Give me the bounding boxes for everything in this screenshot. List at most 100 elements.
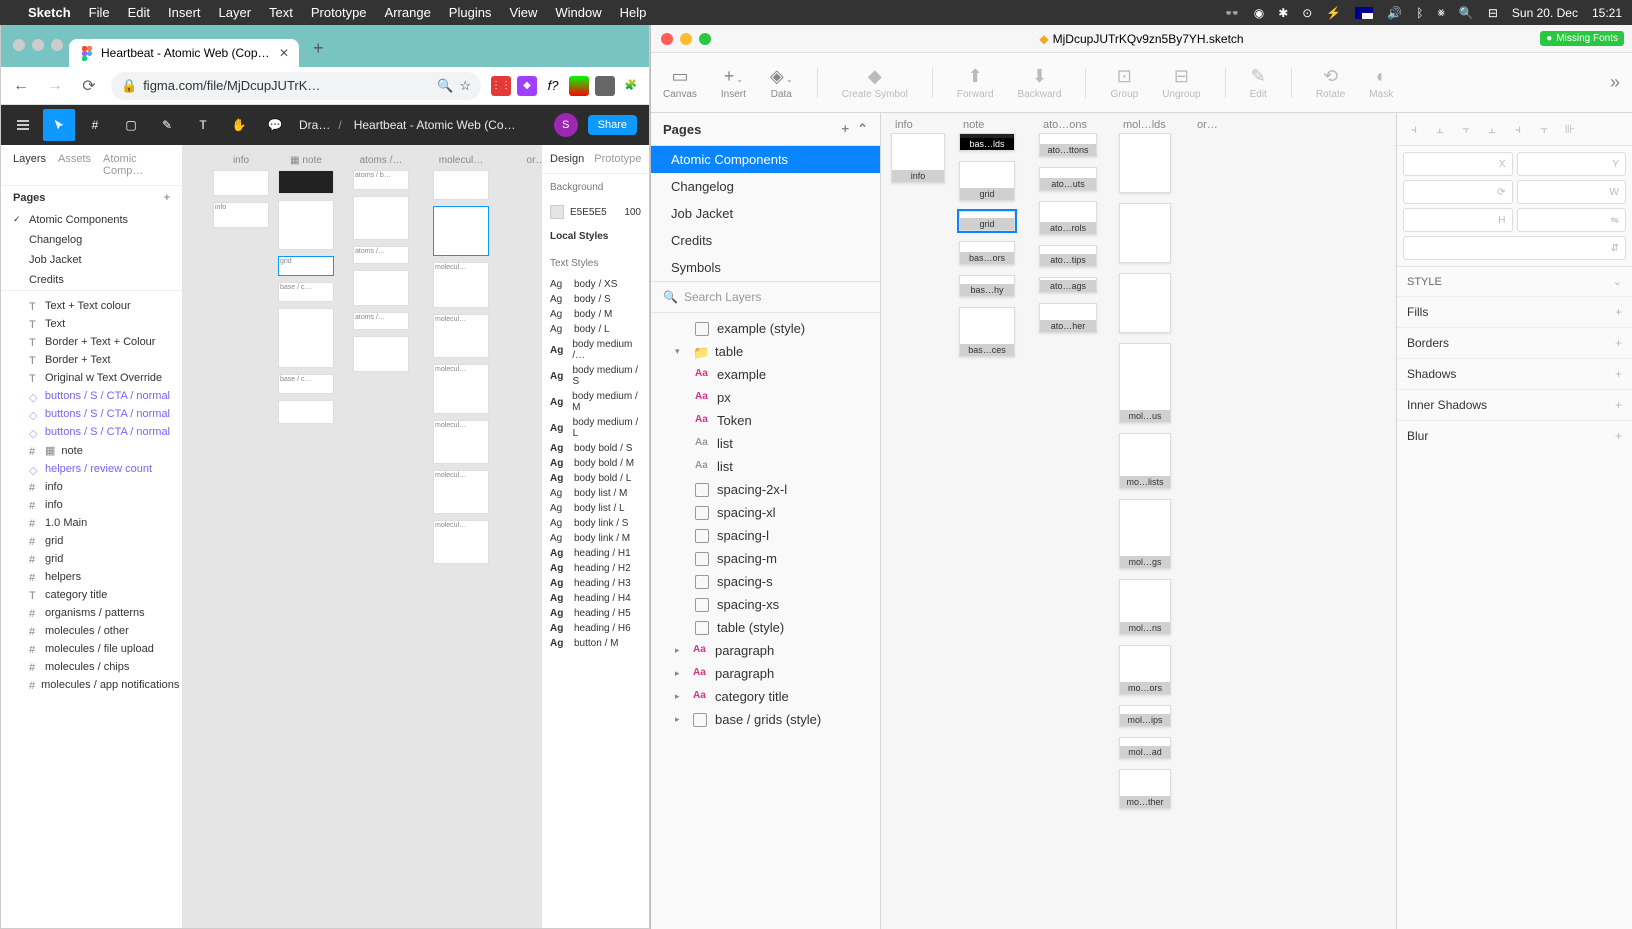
- battery-icon[interactable]: ⚡: [1326, 6, 1341, 20]
- sketch-layer-item[interactable]: Token: [651, 409, 880, 432]
- figma-crumb-drafts[interactable]: Dra…: [299, 118, 330, 132]
- sketch-page-item[interactable]: Changelog: [651, 173, 880, 200]
- layers-tab[interactable]: Layers: [13, 153, 46, 177]
- spotlight-icon[interactable]: 🔍: [1459, 6, 1474, 20]
- sketch-layer-item[interactable]: spacing-xs: [651, 593, 880, 616]
- browser-traffic-lights[interactable]: [13, 39, 63, 51]
- flag-icon[interactable]: [1355, 7, 1373, 19]
- menu-arrange[interactable]: Arrange: [385, 5, 431, 20]
- sketch-page-item[interactable]: Job Jacket: [651, 200, 880, 227]
- text-style-item[interactable]: Agbody bold / M: [542, 456, 649, 471]
- menu-help[interactable]: Help: [620, 5, 647, 20]
- text-tool[interactable]: T: [187, 109, 219, 141]
- shape-tool[interactable]: ▢: [115, 109, 147, 141]
- figma-user-avatar[interactable]: S: [554, 113, 578, 137]
- flip-h-icon[interactable]: ⇋: [1517, 208, 1627, 232]
- text-style-item[interactable]: Agheading / H6: [542, 621, 649, 636]
- extension-5-icon[interactable]: [595, 76, 615, 96]
- add-page-button[interactable]: +: [164, 192, 170, 204]
- text-style-item[interactable]: Agbody link / M: [542, 531, 649, 546]
- add-page-icon[interactable]: +: [842, 121, 850, 137]
- sketch-canvas[interactable]: infoinfonotebas…ldsgridgridbas…orsbas…hy…: [881, 113, 1396, 929]
- sketch-page-item[interactable]: Credits: [651, 227, 880, 254]
- sketch-layer-item[interactable]: ▸base / grids (style): [651, 708, 880, 731]
- browser-tab[interactable]: Heartbeat - Atomic Web (Cop… ✕: [69, 39, 299, 67]
- asterisk-icon[interactable]: ✱: [1278, 6, 1288, 20]
- rotation-input[interactable]: ⟳: [1403, 180, 1513, 204]
- page-selector[interactable]: Atomic Comp…: [103, 153, 170, 177]
- sketch-layer-item[interactable]: list: [651, 432, 880, 455]
- missing-fonts-badge[interactable]: Missing Fonts: [1540, 31, 1624, 46]
- assets-tab[interactable]: Assets: [58, 153, 91, 177]
- text-style-item[interactable]: Agbody bold / S: [542, 441, 649, 456]
- app-name[interactable]: Sketch: [28, 5, 71, 20]
- pen-tool[interactable]: ✎: [151, 109, 183, 141]
- extension-1-icon[interactable]: ⋮⋮: [491, 76, 511, 96]
- figma-layer-item[interactable]: #organisms / patterns: [1, 604, 182, 622]
- collapse-pages-icon[interactable]: ⌃: [857, 121, 868, 137]
- sketch-layer-item[interactable]: ▸paragraph: [651, 639, 880, 662]
- prototype-tab[interactable]: Prototype: [594, 153, 641, 165]
- style-chevron-icon[interactable]: ⌄: [1613, 275, 1622, 288]
- text-style-item[interactable]: Agbody / XS: [542, 277, 649, 292]
- reload-button[interactable]: ⟳: [77, 74, 101, 98]
- figma-layer-item[interactable]: TText: [1, 315, 182, 333]
- h-input[interactable]: H: [1403, 208, 1513, 232]
- figma-layer-item[interactable]: ◇buttons / S / CTA / normal: [1, 405, 182, 423]
- forward-button[interactable]: →: [43, 74, 67, 98]
- text-style-item[interactable]: Agbody medium / M: [542, 389, 649, 415]
- text-style-item[interactable]: Agheading / H3: [542, 576, 649, 591]
- bg-hex[interactable]: E5E5E5: [570, 207, 607, 218]
- extensions-menu-icon[interactable]: 🧩: [621, 76, 641, 96]
- text-style-item[interactable]: Agheading / H5: [542, 606, 649, 621]
- comment-tool[interactable]: 💬: [259, 109, 291, 141]
- figma-layer-item[interactable]: #info: [1, 496, 182, 514]
- sketch-layer-item[interactable]: spacing-m: [651, 547, 880, 570]
- sketch-tool-canvas[interactable]: ▭Canvas: [663, 66, 697, 100]
- figma-layer-item[interactable]: #molecules / file upload: [1, 640, 182, 658]
- figma-layer-item[interactable]: #helpers: [1, 568, 182, 586]
- text-style-item[interactable]: Agbody list / M: [542, 486, 649, 501]
- toolbar-overflow-icon[interactable]: »: [1610, 72, 1620, 93]
- sketch-layer-item[interactable]: px: [651, 386, 880, 409]
- figma-layer-item[interactable]: ◇buttons / S / CTA / normal: [1, 423, 182, 441]
- sketch-tool-data[interactable]: ◈ ⌄Data: [770, 66, 793, 100]
- sketch-layer-item[interactable]: list: [651, 455, 880, 478]
- align-left-icon[interactable]: ⫞: [1403, 119, 1425, 139]
- hand-tool[interactable]: ✋: [223, 109, 255, 141]
- new-tab-button[interactable]: +: [299, 30, 338, 67]
- menu-prototype[interactable]: Prototype: [311, 5, 367, 20]
- sketch-layer-item[interactable]: spacing-xl: [651, 501, 880, 524]
- x-input[interactable]: X: [1403, 152, 1513, 176]
- figma-layer-item[interactable]: #grid: [1, 550, 182, 568]
- figma-layer-item[interactable]: #1.0 Main: [1, 514, 182, 532]
- text-style-item[interactable]: Agbody bold / L: [542, 471, 649, 486]
- menu-text[interactable]: Text: [269, 5, 293, 20]
- menu-layer[interactable]: Layer: [219, 5, 252, 20]
- control-center-icon[interactable]: ⊟: [1488, 6, 1498, 20]
- style-section-blur[interactable]: Blur+: [1397, 420, 1632, 451]
- figma-layer-item[interactable]: TText + Text colour: [1, 297, 182, 315]
- text-style-item[interactable]: Agbody medium /…: [542, 337, 649, 363]
- figma-page-item[interactable]: Job Jacket: [1, 250, 182, 270]
- menu-plugins[interactable]: Plugins: [449, 5, 492, 20]
- text-style-item[interactable]: Agbody / M: [542, 307, 649, 322]
- menu-insert[interactable]: Insert: [168, 5, 201, 20]
- play-icon[interactable]: ⊙: [1302, 6, 1312, 20]
- text-style-item[interactable]: Agbody / L: [542, 322, 649, 337]
- sketch-layer-item[interactable]: ▸category title: [651, 685, 880, 708]
- text-style-item[interactable]: Agbody medium / S: [542, 363, 649, 389]
- figma-layer-item[interactable]: ◇helpers / review count: [1, 460, 182, 478]
- sketch-page-item[interactable]: Atomic Components: [651, 146, 880, 173]
- style-section-inner-shadows[interactable]: Inner Shadows+: [1397, 389, 1632, 420]
- star-icon[interactable]: ☆: [459, 78, 471, 94]
- sketch-layer-item[interactable]: ▸paragraph: [651, 662, 880, 685]
- search-in-page-icon[interactable]: 🔍: [437, 78, 453, 94]
- sketch-layer-item[interactable]: ▾📁table: [651, 340, 880, 363]
- text-style-item[interactable]: Agbutton / M: [542, 636, 649, 651]
- text-style-item[interactable]: Agheading / H1: [542, 546, 649, 561]
- date[interactable]: Sun 20. Dec: [1512, 6, 1578, 20]
- background-row[interactable]: E5E5E5 100: [542, 201, 649, 223]
- address-bar[interactable]: 🔒 figma.com/file/MjDcupJUTrK… 🔍 ☆: [111, 72, 481, 100]
- text-style-item[interactable]: Agbody list / L: [542, 501, 649, 516]
